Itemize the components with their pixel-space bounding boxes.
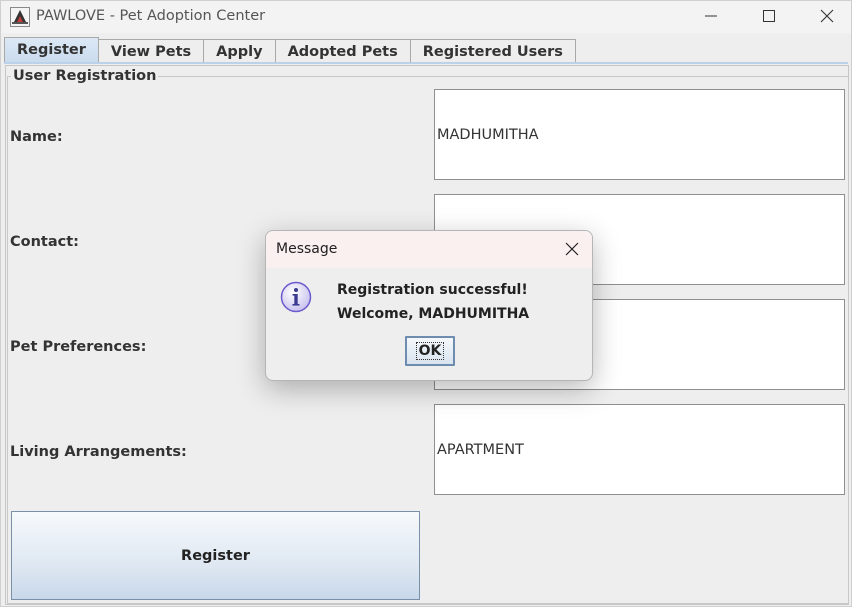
app-window: PAWLOVE - Pet Adoption Center Register V…: [0, 0, 852, 607]
dialog-close-icon[interactable]: [564, 241, 580, 257]
group-title: User Registration: [11, 68, 159, 84]
message-dialog: Message Registration successful! Welcome…: [265, 230, 593, 381]
minimize-button[interactable]: [682, 1, 740, 31]
ok-button-label: OK: [415, 342, 445, 360]
info-icon: [280, 281, 312, 313]
tab-apply[interactable]: Apply: [203, 39, 276, 63]
tab-registered-users[interactable]: Registered Users: [409, 39, 576, 63]
dialog-title-bar: Message: [266, 231, 592, 268]
dialog-message-line-2: Welcome, MADHUMITHA: [337, 306, 530, 322]
minimize-icon: [705, 15, 717, 17]
maximize-button[interactable]: [740, 1, 798, 31]
ok-button[interactable]: OK: [405, 336, 455, 366]
close-button[interactable]: [798, 1, 852, 31]
name-field[interactable]: MADHUMITHA: [434, 89, 845, 180]
close-icon: [820, 9, 834, 23]
living-arrangements-field[interactable]: APARTMENT: [434, 404, 845, 495]
dialog-title: Message: [276, 241, 338, 257]
dialog-message-line-1: Registration successful!: [337, 282, 528, 298]
tab-underline: [4, 62, 848, 64]
tab-bar: Register View Pets Apply Adopted Pets Re…: [4, 37, 576, 63]
living-arrangements-label: Living Arrangements:: [10, 444, 187, 460]
window-title: PAWLOVE - Pet Adoption Center: [36, 8, 266, 24]
tab-adopted-pets[interactable]: Adopted Pets: [274, 39, 411, 63]
tab-view-pets[interactable]: View Pets: [97, 39, 205, 63]
maximize-icon: [763, 10, 775, 22]
tab-register[interactable]: Register: [4, 37, 99, 63]
title-bar: PAWLOVE - Pet Adoption Center: [1, 1, 851, 33]
pet-preferences-label: Pet Preferences:: [10, 339, 147, 355]
register-button[interactable]: Register: [11, 511, 420, 600]
name-label: Name:: [10, 129, 63, 145]
contact-label: Contact:: [10, 234, 79, 250]
app-icon: [10, 7, 30, 27]
